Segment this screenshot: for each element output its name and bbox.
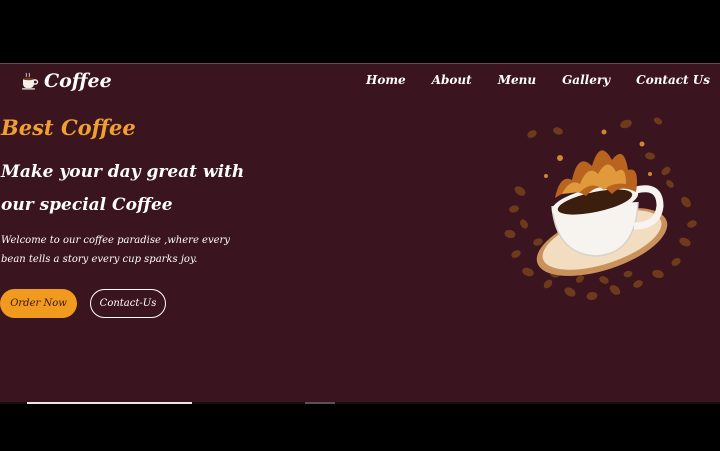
nav-menu: Home About Menu Gallery Contact Us [340, 73, 710, 87]
nav-link-contact-us[interactable]: Contact Us [636, 73, 710, 87]
nav-link-gallery[interactable]: Gallery [562, 73, 610, 87]
navbar: Coffee Home About Menu Gallery Contact U… [0, 64, 720, 98]
landing-page: Coffee Home About Menu Gallery Contact U… [0, 63, 720, 403]
brand-logo[interactable]: Coffee [20, 70, 112, 92]
scrollbar-thumb[interactable] [27, 402, 192, 404]
nav-link-menu[interactable]: Menu [498, 73, 536, 87]
nav-link-about[interactable]: About [432, 73, 472, 87]
nav-link-home[interactable]: Home [366, 73, 406, 87]
screen-frame: Coffee Home About Menu Gallery Contact U… [0, 0, 720, 451]
coffee-splash-image [504, 117, 697, 301]
scrollbar-marker [305, 402, 335, 404]
coffee-cup-icon [22, 72, 39, 90]
contact-us-button[interactable]: Contact-Us [90, 289, 166, 318]
brand-name: Coffee [44, 70, 112, 92]
order-now-button[interactable]: Order Now [0, 289, 77, 318]
hero-description: Welcome to our coffee paradise ,where ev… [1, 235, 230, 265]
horizontal-scrollbar[interactable] [0, 402, 720, 404]
hero-title: Make your day great with our special Cof… [1, 162, 245, 215]
hero-tagline: Best Coffee [1, 115, 136, 140]
